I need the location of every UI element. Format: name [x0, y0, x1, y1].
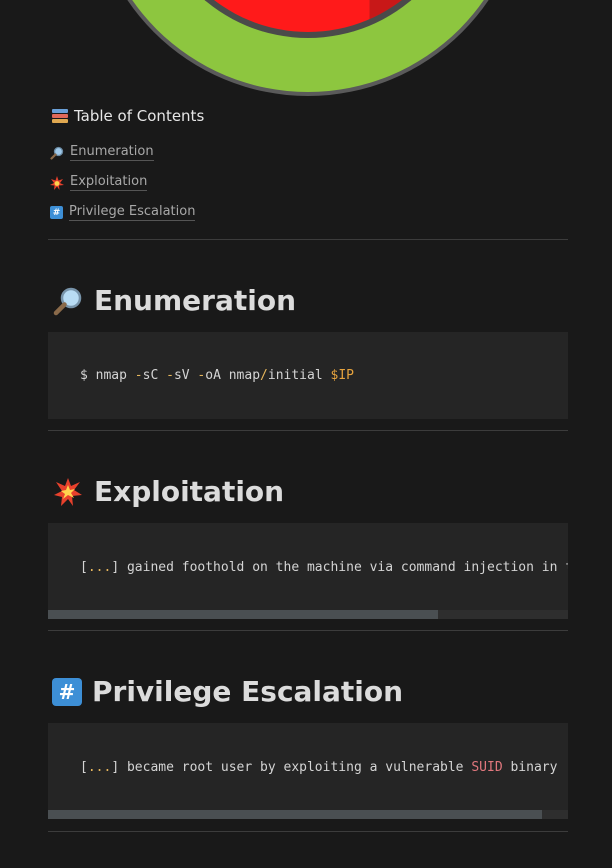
divider: [48, 630, 568, 631]
toc-link-label: Exploitation: [70, 174, 148, 191]
horizontal-scrollbar[interactable]: [48, 810, 568, 819]
toc-link-exploitation[interactable]: Exploitation: [50, 174, 148, 191]
toc-link-label: Enumeration: [70, 144, 154, 161]
heading-text: Privilege Escalation: [92, 675, 404, 708]
magnifying-glass-icon: [50, 146, 64, 160]
magnifying-glass-icon: [52, 285, 84, 317]
heading-text: Exploitation: [94, 475, 285, 508]
toc-heading: Table of Contents: [52, 107, 204, 125]
books-icon: [52, 109, 68, 123]
scrollbar-thumb[interactable]: [48, 810, 542, 819]
heading-text: Enumeration: [94, 284, 297, 317]
divider: [48, 430, 568, 431]
section-heading-enumeration: Enumeration: [52, 284, 296, 317]
collision-icon: [52, 476, 84, 508]
section-heading-privilege-escalation: # Privilege Escalation: [52, 675, 403, 708]
code-block-exploitation[interactable]: [...] gained foothold on the machine via…: [48, 523, 568, 619]
hash-keycap-icon: #: [52, 677, 82, 706]
code-block-privilege-escalation[interactable]: [...] became root user by exploiting a v…: [48, 723, 568, 819]
code-line: $ nmap -sC -sV -oA nmap/initial $IP: [80, 368, 354, 383]
hash-keycap-icon: #: [50, 206, 63, 219]
toc-link-enumeration[interactable]: Enumeration: [50, 144, 154, 161]
horizontal-scrollbar[interactable]: [48, 610, 568, 619]
code-line: [...] became root user by exploiting a v…: [80, 760, 568, 775]
toc-title-text: Table of Contents: [74, 107, 205, 125]
cover-image: [90, 0, 526, 96]
divider: [48, 239, 568, 240]
toc-link-label: Privilege Escalation: [69, 204, 196, 221]
code-line: [...] gained foothold on the machine via…: [80, 560, 568, 575]
toc-link-privilege-escalation[interactable]: # Privilege Escalation: [50, 204, 196, 221]
scrollbar-thumb[interactable]: [48, 610, 438, 619]
collision-icon: [50, 175, 64, 190]
section-heading-exploitation: Exploitation: [52, 475, 284, 508]
code-block-enumeration[interactable]: $ nmap -sC -sV -oA nmap/initial $IP: [48, 332, 568, 419]
divider: [48, 831, 568, 832]
